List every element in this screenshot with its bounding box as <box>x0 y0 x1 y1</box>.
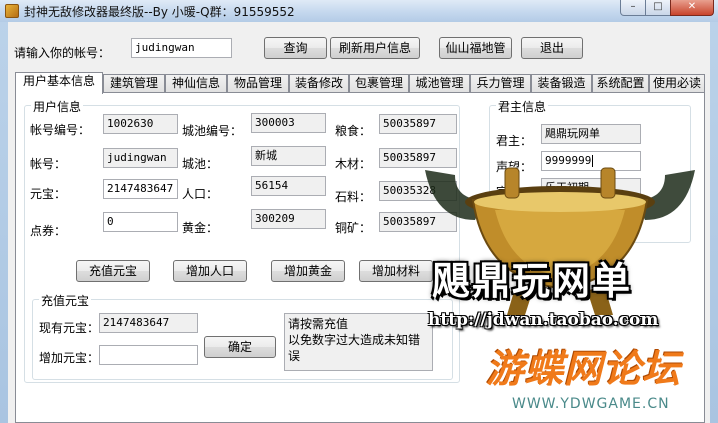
add-gold-button[interactable]: 增加黄金 <box>271 260 345 282</box>
grain-field[interactable]: 50035897 <box>379 114 457 134</box>
tab-user-info[interactable]: 用户基本信息 <box>15 72 103 94</box>
copper-field[interactable]: 50035897 <box>379 212 457 232</box>
population-field[interactable]: 56154 <box>251 176 326 196</box>
account-prompt-label: 请输入你的帐号： <box>14 46 111 60</box>
tab-must-read[interactable]: 使用必读 <box>649 74 705 93</box>
lord-field[interactable]: 飓鼎玩网单 <box>541 124 641 144</box>
recharge-note-line1: 请按需充值 <box>288 317 349 331</box>
current-yuanbao-label: 现有元宝： <box>39 321 100 335</box>
tab-forging[interactable]: 装备锻造 <box>531 74 592 93</box>
city-field[interactable]: 新城 <box>251 146 326 166</box>
confirm-recharge-button[interactable]: 确定 <box>204 336 276 358</box>
grain-label: 粮食： <box>335 124 372 138</box>
lord-label: 君主： <box>496 134 533 148</box>
stone-field[interactable]: 50035328 <box>379 181 457 201</box>
window-title: 封神无敌修改器最终版--By 小暖-Q群：91559552 <box>24 5 295 19</box>
minimize-button[interactable]: – <box>620 0 646 16</box>
account-label: 帐号： <box>30 157 67 171</box>
recharge-yuanbao-button[interactable]: 充值元宝 <box>76 260 150 282</box>
tab-panel-user-info: 用户信息 帐号编号： 1002630 帐号： judingwan 元宝： 214… <box>15 92 705 423</box>
wood-field[interactable]: 50035897 <box>379 148 457 168</box>
recharge-group: 充值元宝 现有元宝： 2147483647 增加元宝： 确定 请按需充值 以免数… <box>32 292 453 380</box>
title-bar[interactable]: 封神无敌修改器最终版--By 小暖-Q群：91559552 – □ ✕ <box>0 0 718 22</box>
account-input[interactable]: judingwan <box>131 38 232 58</box>
add-yuanbao-label: 增加元宝： <box>39 351 100 365</box>
prestige-value: 9999999 <box>545 154 592 167</box>
population-label: 人口： <box>182 187 219 201</box>
city-id-field[interactable]: 300003 <box>251 113 326 133</box>
recharge-note-box: 请按需充值 以免数字过大造成未知错误 <box>284 313 433 371</box>
stone-label: 石料： <box>335 190 372 204</box>
user-info-group: 用户信息 帐号编号： 1002630 帐号： judingwan 元宝： 214… <box>24 98 460 383</box>
text-caret <box>592 155 594 167</box>
tab-immortals[interactable]: 神仙信息 <box>165 74 227 93</box>
tab-buildings[interactable]: 建筑管理 <box>103 74 165 93</box>
tab-items[interactable]: 物品管理 <box>227 74 289 93</box>
coupon-label: 点券： <box>30 224 67 238</box>
copper-label: 铜矿： <box>335 221 372 235</box>
add-material-button[interactable]: 增加材料 <box>359 260 433 282</box>
close-button[interactable]: ✕ <box>670 0 714 16</box>
app-window: 封神无敌修改器最终版--By 小暖-Q群：91559552 – □ ✕ 请输入你… <box>0 0 718 423</box>
coupon-field[interactable]: 0 <box>103 212 178 232</box>
rank-label: 官职： <box>496 185 533 199</box>
lord-info-title: 君主信息 <box>496 98 549 115</box>
recharge-title: 充值元宝 <box>39 292 92 309</box>
exit-button[interactable]: 退出 <box>521 37 583 59</box>
current-yuanbao-field[interactable]: 2147483647 <box>99 313 198 333</box>
tab-settings[interactable]: 系统配置 <box>592 74 649 93</box>
maximize-button[interactable]: □ <box>645 0 671 16</box>
yuanbao-label: 元宝： <box>30 187 67 201</box>
yuanbao-field[interactable]: 2147483647 <box>103 179 178 199</box>
xianshan-fudi-button[interactable]: 仙山福地管 <box>439 37 512 59</box>
account-id-field[interactable]: 1002630 <box>103 114 178 134</box>
client-area: 请输入你的帐号： judingwan 查询 刷新用户信息 仙山福地管 退出 用户… <box>8 22 710 423</box>
tab-equip-edit[interactable]: 装备修改 <box>289 74 349 93</box>
add-population-button[interactable]: 增加人口 <box>173 260 247 282</box>
account-id-label: 帐号编号： <box>30 123 91 137</box>
prestige-label: 声望： <box>496 160 533 174</box>
tab-strip: 用户基本信息 建筑管理 神仙信息 物品管理 装备修改 包裹管理 城池管理 兵力管… <box>15 72 705 94</box>
app-icon <box>5 4 19 18</box>
wood-label: 木材： <box>335 157 372 171</box>
recharge-note-line2: 以免数字过大造成未知错误 <box>288 333 421 363</box>
tab-troops[interactable]: 兵力管理 <box>470 74 531 93</box>
gold-field[interactable]: 300209 <box>251 209 326 229</box>
rank-field[interactable]: 乐天初期 <box>541 178 641 198</box>
user-info-title: 用户信息 <box>31 98 84 115</box>
account-field[interactable]: judingwan <box>103 148 178 168</box>
gold-label: 黄金： <box>182 221 219 235</box>
prestige-input[interactable]: 9999999 <box>541 151 641 171</box>
add-yuanbao-input[interactable] <box>99 345 198 365</box>
tab-cities[interactable]: 城池管理 <box>409 74 470 93</box>
tab-inventory[interactable]: 包裹管理 <box>349 74 409 93</box>
city-id-label: 城池编号： <box>182 124 243 138</box>
query-button[interactable]: 查询 <box>264 37 327 59</box>
lord-info-group: 君主信息 君主： 飓鼎玩网单 声望： 9999999 官职： 乐天初期 <box>489 98 691 243</box>
refresh-user-button[interactable]: 刷新用户信息 <box>330 37 420 59</box>
city-label: 城池： <box>182 157 219 171</box>
